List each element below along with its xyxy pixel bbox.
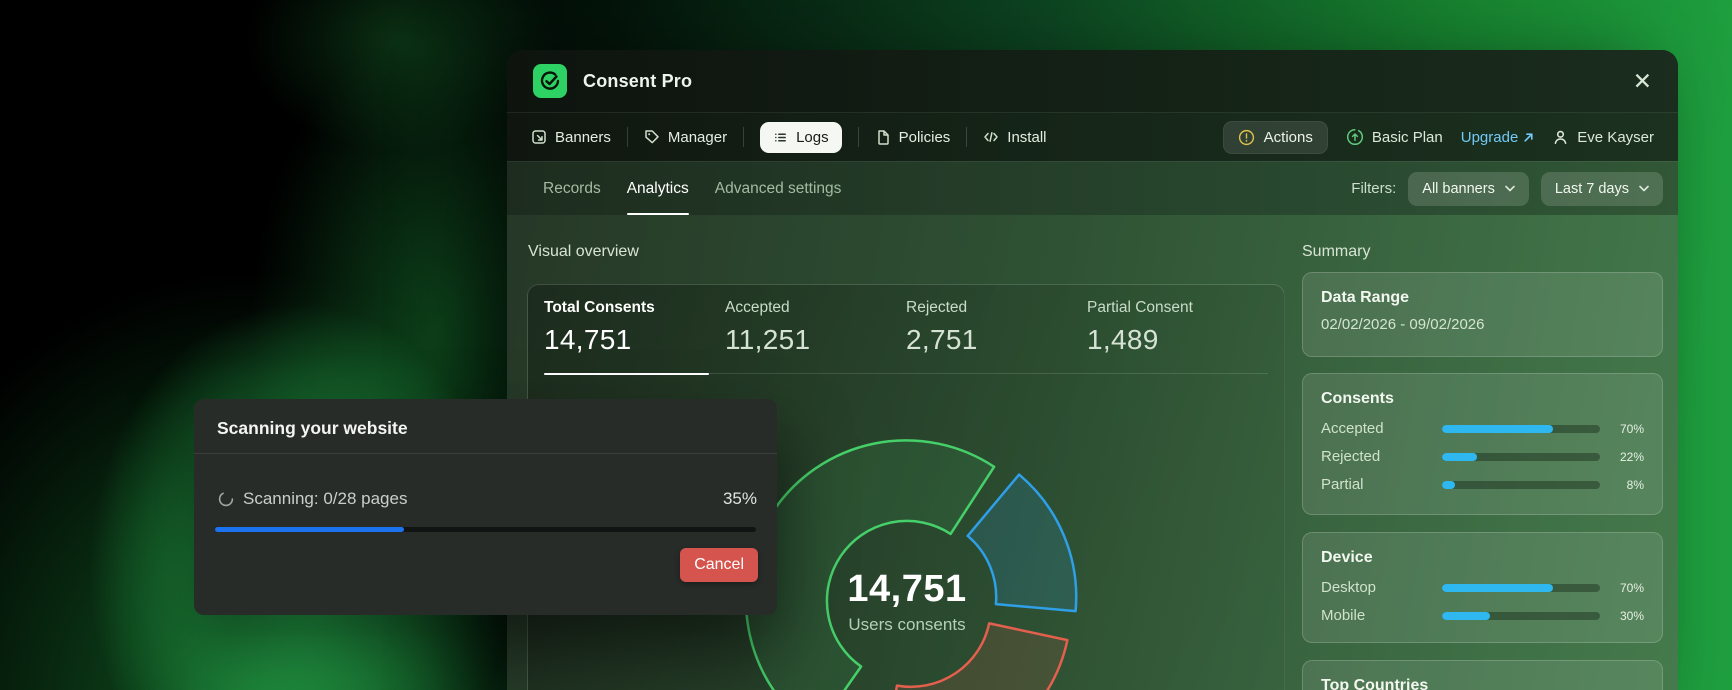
nav-item-logs[interactable]: Logs <box>760 121 842 153</box>
close-icon[interactable]: ✕ <box>1633 69 1652 93</box>
manager-tag-icon <box>644 129 660 145</box>
stats-row: Total Consents 14,751 Accepted 11,251 Re… <box>544 285 1268 375</box>
spinner-icon <box>218 491 234 507</box>
device-mobile-row: Mobile 30% <box>1321 607 1644 624</box>
actions-button[interactable]: Actions <box>1222 120 1328 154</box>
filters-cluster: Filters: All banners Last 7 days <box>1351 171 1663 206</box>
tab-records[interactable]: Records <box>543 162 601 215</box>
arrow-up-right-icon <box>1523 132 1534 143</box>
device-desktop-row: Desktop 70% <box>1321 579 1644 596</box>
banner-filter-dropdown[interactable]: All banners <box>1408 171 1529 206</box>
titlebar: Consent Pro ✕ <box>507 50 1678 112</box>
data-range-card: Data Range 02/02/2026 - 09/02/2026 <box>1302 272 1663 357</box>
upgrade-link[interactable]: Upgrade <box>1461 129 1535 146</box>
data-range-value: 02/02/2026 - 09/02/2026 <box>1321 316 1485 333</box>
scanning-modal: Scanning your website Scanning: 0/28 pag… <box>194 399 777 615</box>
tab-advanced-settings[interactable]: Advanced settings <box>715 162 842 215</box>
scan-progress-fill <box>215 527 405 532</box>
user-menu[interactable]: Eve Kayser <box>1552 129 1654 146</box>
window-title: Consent Pro <box>583 70 693 91</box>
modal-title: Scanning your website <box>217 418 408 438</box>
scan-percent: 35% <box>722 489 757 508</box>
logs-list-icon <box>773 130 788 145</box>
progress-bar <box>1442 424 1601 433</box>
filters-label: Filters: <box>1351 180 1397 197</box>
primary-nav: Banners Manager Logs Policies Install Ac… <box>507 112 1678 161</box>
divider <box>626 127 628 147</box>
user-icon <box>1552 129 1569 146</box>
date-filter-dropdown[interactable]: Last 7 days <box>1540 171 1663 206</box>
chevron-down-icon <box>1505 185 1515 192</box>
nav-item-manager[interactable]: Manager <box>644 129 727 146</box>
consents-partial-row: Partial 8% <box>1321 476 1644 493</box>
nav-item-policies[interactable]: Policies <box>875 129 950 146</box>
progress-bar <box>1442 480 1601 489</box>
progress-bar <box>1442 611 1601 620</box>
divider <box>743 127 745 147</box>
plan-label: Basic Plan <box>1371 128 1443 146</box>
consents-rejected-row: Rejected 22% <box>1321 448 1644 465</box>
progress-bar <box>1442 452 1601 461</box>
device-card: Device Desktop 70% Mobile 30% <box>1302 532 1663 643</box>
plan-indicator: Basic Plan <box>1346 128 1443 146</box>
progress-bar <box>1442 583 1601 592</box>
scanning-status: Scanning: 0/28 pages <box>218 489 407 509</box>
tab-analytics[interactable]: Analytics <box>626 162 689 215</box>
upgrade-plan-icon <box>1346 128 1364 146</box>
warning-icon <box>1238 129 1255 146</box>
stat-total-consents[interactable]: Total Consents 14,751 <box>544 299 725 375</box>
banners-icon <box>531 129 547 145</box>
chevron-down-icon <box>1639 185 1649 192</box>
consents-card: Consents Accepted 70% Rejected 22% Parti… <box>1302 373 1663 515</box>
divider <box>966 127 968 147</box>
user-name: Eve Kayser <box>1577 128 1654 146</box>
secondary-nav: Records Analytics Advanced settings Filt… <box>507 161 1678 215</box>
policies-document-icon <box>875 129 891 145</box>
top-countries-card: Top Countries <box>1302 660 1663 690</box>
nav-right-cluster: Actions Basic Plan Upgrade Eve Kayser <box>1222 120 1654 154</box>
nav-item-install[interactable]: Install <box>983 129 1046 146</box>
stat-rejected[interactable]: Rejected 2,751 <box>906 299 1087 373</box>
install-code-icon <box>983 129 999 145</box>
nav-item-banners[interactable]: Banners <box>531 129 611 146</box>
divider <box>194 453 777 454</box>
stat-partial-consent[interactable]: Partial Consent 1,489 <box>1087 299 1268 373</box>
cancel-button[interactable]: Cancel <box>680 548 758 582</box>
consents-accepted-row: Accepted 70% <box>1321 420 1644 437</box>
consent-pro-logo-icon <box>533 64 567 98</box>
scan-progress-track <box>215 527 756 532</box>
stat-accepted[interactable]: Accepted 11,251 <box>725 299 906 373</box>
visual-overview-title: Visual overview <box>528 243 639 260</box>
summary-title: Summary <box>1302 243 1371 260</box>
divider <box>857 127 859 147</box>
